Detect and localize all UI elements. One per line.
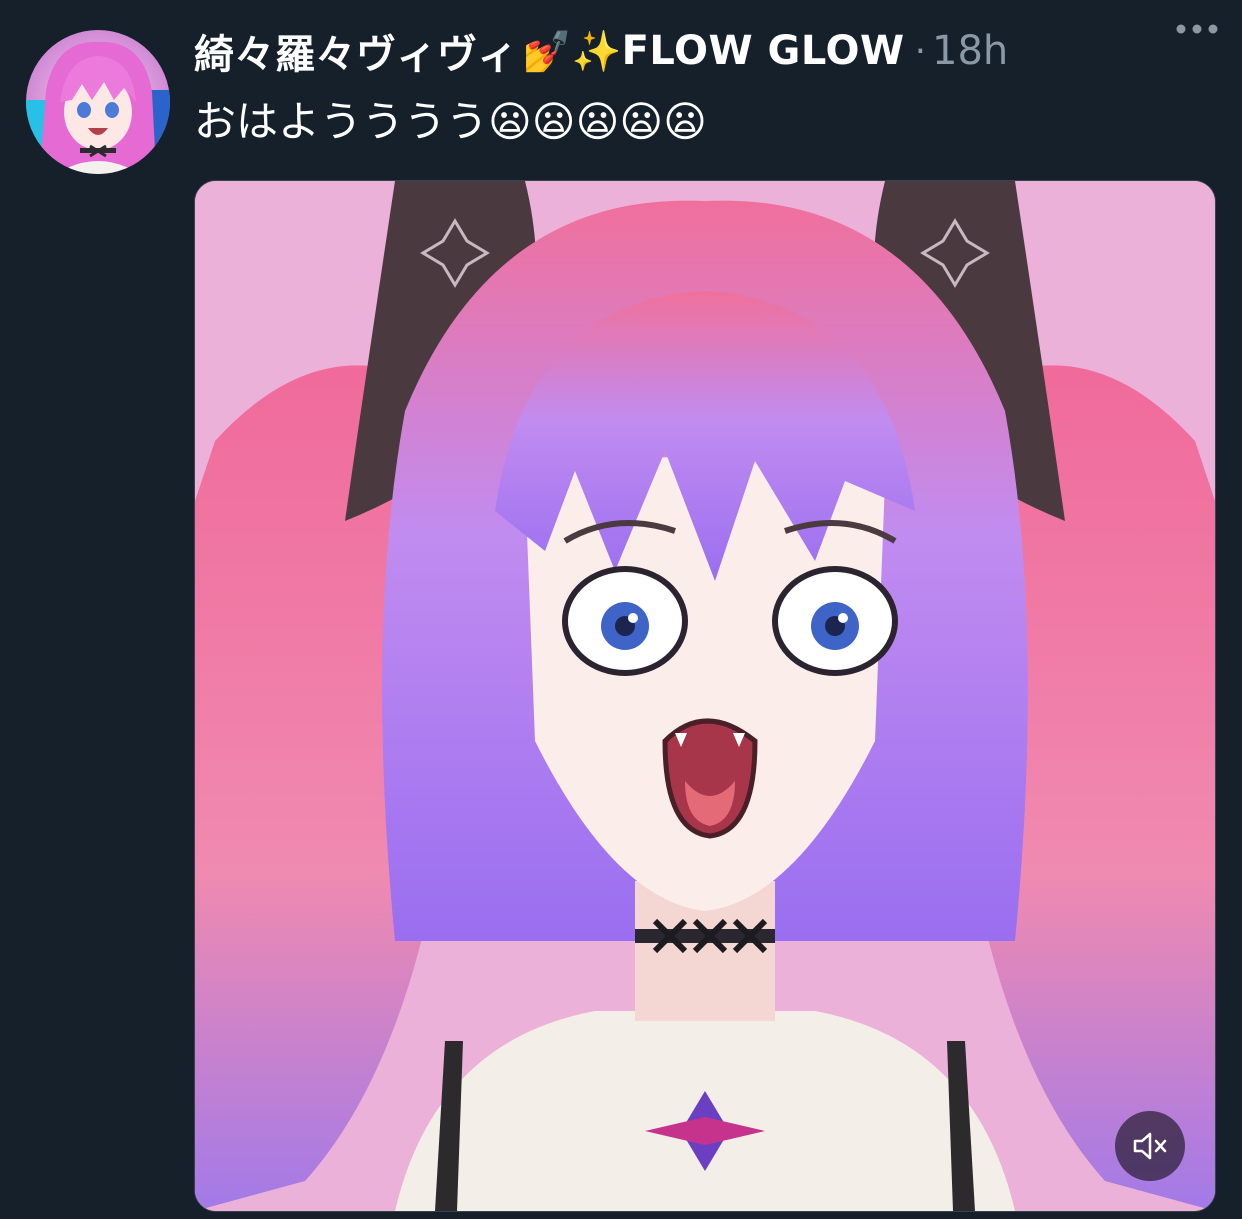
name-emoji: 💅✨ [522, 28, 622, 75]
tweet-video[interactable] [194, 180, 1216, 1212]
avatar-anime-girl-icon [26, 30, 170, 174]
tweet-text: おはようううう😦😦😦😦😦 [194, 97, 707, 146]
tweet-header: 綺々羅々ヴィヴィ 💅✨ FLOW GLOW · 18h [194, 22, 1224, 80]
author-badge-text[interactable]: FLOW GLOW [622, 28, 905, 74]
mute-toggle-button[interactable] [1115, 1111, 1185, 1181]
speaker-muted-icon [1133, 1132, 1167, 1160]
separator-dot: · [914, 30, 927, 72]
tweet-timestamp[interactable]: 18h [932, 28, 1008, 74]
anime-girl-video-frame [195, 181, 1215, 1211]
more-dots-icon [1176, 24, 1218, 34]
author-avatar[interactable] [26, 30, 170, 174]
more-options-button[interactable] [1170, 8, 1224, 50]
tweet-card[interactable]: 綺々羅々ヴィヴィ 💅✨ FLOW GLOW · 18h おはようううう😦😦😦😦😦 [0, 0, 1242, 1219]
author-display-name[interactable]: 綺々羅々ヴィヴィ [194, 22, 518, 80]
